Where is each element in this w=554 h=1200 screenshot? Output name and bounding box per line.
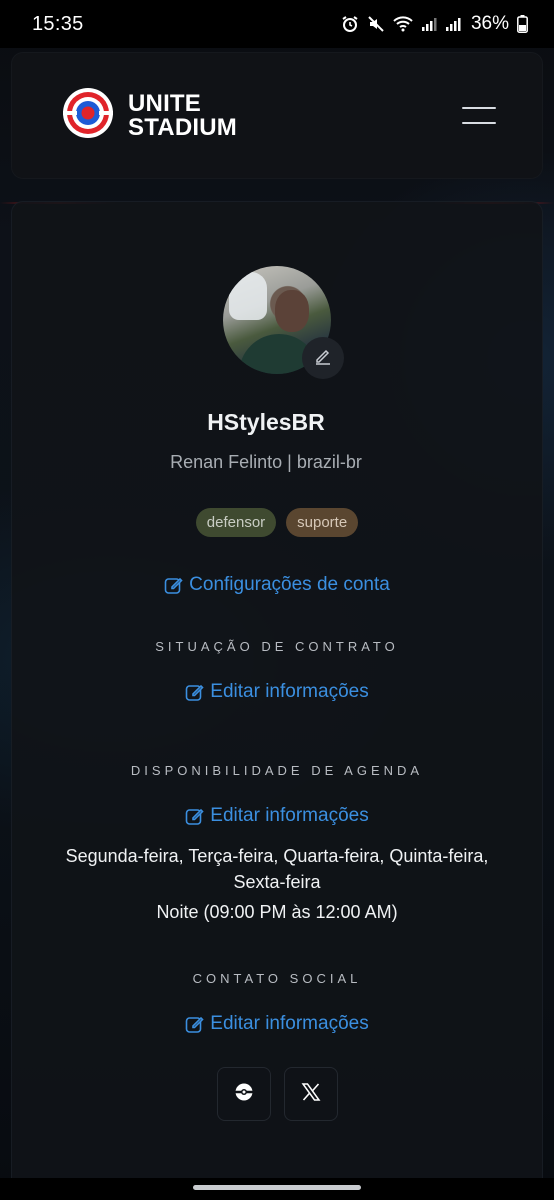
logo-line-2: STADIUM [128, 113, 237, 141]
edit-square-icon [185, 807, 204, 826]
contract-edit-row: Editar informações [11, 681, 543, 707]
menu-line [462, 106, 496, 109]
availability-edit-row: Editar informações [11, 805, 543, 831]
status-time: 15:35 [32, 12, 84, 35]
availability-days: Segunda-feira, Terça-feira, Quarta-feira… [65, 846, 489, 892]
system-nav-bar [0, 1178, 554, 1200]
account-settings-row: Configurações de conta [11, 574, 543, 600]
availability-edit-link[interactable]: Editar informações [185, 805, 369, 827]
availability-edit-label: Editar informações [210, 805, 369, 826]
menu-line [462, 121, 496, 124]
availability-time: Noite (09:00 PM às 12:00 AM) [156, 902, 398, 922]
wifi-icon [393, 16, 413, 32]
app-screen: 15:35 36% UNITE STADIUM HStylesBR Renan … [0, 0, 554, 1200]
site-header: UNITE STADIUM [11, 52, 543, 179]
edit-avatar-button[interactable] [302, 337, 344, 379]
account-settings-label: Configurações de conta [189, 574, 390, 595]
edit-square-icon [185, 1015, 204, 1034]
social-edit-row: Editar informações [11, 1013, 543, 1039]
battery-icon [517, 15, 528, 33]
availability-section-title: DISPONIBILIDADE DE AGENDA [130, 763, 424, 778]
social-edit-label: Editar informações [210, 1013, 369, 1034]
hamburger-menu-button[interactable] [462, 105, 498, 127]
status-icons: 36% [341, 13, 528, 35]
social-buttons [11, 1067, 543, 1121]
unite-stadium-logo-icon [62, 87, 114, 144]
edit-square-icon [164, 576, 183, 595]
battery-percent: 36% [470, 13, 509, 34]
pokeball-icon [234, 1082, 254, 1107]
role-badge-defensor: defensor [195, 508, 277, 537]
pencil-icon [313, 346, 333, 371]
role-badges: defensor suporte [11, 508, 543, 537]
home-gesture-handle[interactable] [193, 1185, 361, 1190]
social-section-title: CONTATO SOCIAL [192, 971, 362, 986]
signal-icon [421, 16, 437, 32]
profile-username: HStylesBR [207, 409, 325, 435]
logo-line-1: UNITE [128, 89, 201, 117]
contract-section-title: SITUAÇÃO DE CONTRATO [155, 639, 399, 654]
account-settings-link[interactable]: Configurações de conta [164, 574, 390, 596]
role-badge-suporte: suporte [286, 508, 359, 537]
mute-icon [367, 15, 385, 33]
edit-square-icon [185, 683, 204, 702]
signal-r-icon [445, 16, 461, 32]
logo-text: UNITE STADIUM [128, 89, 237, 141]
alarm-icon [341, 15, 359, 33]
x-icon [301, 1082, 321, 1107]
site-logo[interactable]: UNITE STADIUM [62, 87, 237, 144]
social-edit-link[interactable]: Editar informações [185, 1013, 369, 1035]
x-social-button[interactable] [283, 1067, 338, 1121]
contract-edit-link[interactable]: Editar informações [185, 681, 369, 703]
profile-realname: Renan Felinto | brazil-br [170, 452, 362, 472]
pokemon-social-button[interactable] [216, 1067, 271, 1121]
status-bar: 15:35 36% [0, 0, 554, 48]
contract-edit-label: Editar informações [210, 681, 369, 702]
